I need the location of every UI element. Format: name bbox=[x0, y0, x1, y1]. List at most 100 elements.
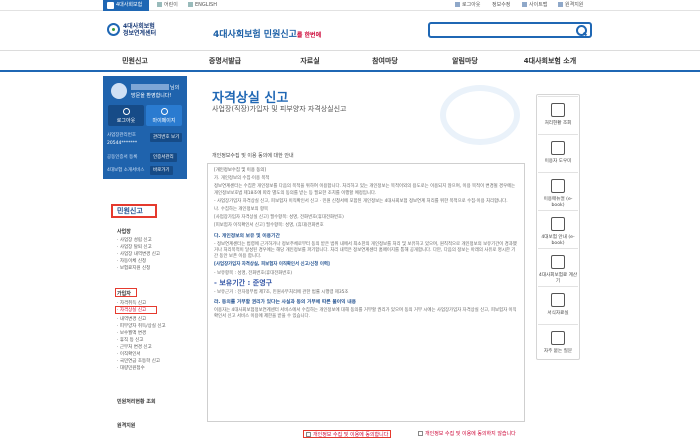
lock-icon bbox=[123, 108, 130, 115]
folder-icon bbox=[551, 293, 565, 307]
calculator-icon bbox=[551, 255, 565, 269]
book-icon bbox=[551, 179, 565, 193]
menu-item-dependent[interactable]: 피부양자 취득/상실 신고 bbox=[117, 323, 166, 329]
sidebar: 님의 방문을 환영합니다! 로그아웃 마이페이지 사업장관리번호 20544**… bbox=[103, 76, 187, 442]
user-name-masked bbox=[131, 84, 169, 90]
menu-item-change[interactable]: 내역변경 신고 bbox=[117, 316, 146, 322]
terms-paragraph: - 보유항목 : 성명, 전화번호(휴대전화번호) bbox=[214, 270, 293, 276]
checkbox-icon[interactable] bbox=[418, 431, 423, 436]
edit-info-link[interactable]: 정보수정 bbox=[492, 0, 510, 11]
menu-item-workplace-move[interactable]: 근무처 변경 신고 bbox=[117, 344, 152, 350]
logo-icon[interactable] bbox=[107, 23, 120, 36]
terms-paragraph: [개인정보수집 및 이용 동의] bbox=[214, 168, 267, 173]
top-bar: 4대사회보험 어린이 ENGLISH 로그아웃 정보수정 사이트맵 원격지원 bbox=[0, 0, 700, 11]
sitemap-link[interactable]: 사이트맵 bbox=[522, 0, 547, 11]
terms-paragraph: 이용자는 4대사회보험정보연계센터 서비스에서 수집하는 개인정보에 대해 동의… bbox=[214, 308, 517, 320]
quick-label: 4대보험 안내 (e-book) bbox=[541, 235, 575, 246]
menu-group-status[interactable]: 민원처리현황 조회 bbox=[117, 398, 156, 405]
menu-group-remote[interactable]: 원격지원 bbox=[117, 422, 135, 429]
quick-forms[interactable]: 서식자료실 bbox=[538, 286, 578, 326]
main-nav: 민원신고 증명서발급 자료실 참여마당 알림마당 4대사회보험 소개 bbox=[0, 50, 700, 72]
quick-status[interactable]: 처리현황 조회 bbox=[538, 96, 578, 136]
avatar bbox=[111, 83, 127, 99]
agree-checkbox[interactable]: 개인정보 수집 및 이용에 동의합니다 bbox=[303, 430, 392, 438]
menu-item-workplace-withdraw[interactable]: 사업장 탈퇴 신고 bbox=[117, 244, 152, 250]
terms-paragraph: [피보험자 이직확인서 신고] 필수항목: 성명, (휴대)전화번호 bbox=[214, 223, 324, 229]
slogan-banner: 4대사회보험 민원신고를 한번에 bbox=[213, 30, 322, 40]
terms-paragraph: [사업장가입자 자격상실 신고] 필수항목: 성명, 전화번호(휴대전화번호) bbox=[214, 215, 344, 221]
menu-item-pension[interactable]: 국민연금 초등학 신고 bbox=[117, 358, 160, 364]
checkbox-icon[interactable] bbox=[306, 432, 311, 437]
logout-link[interactable]: 로그아웃 bbox=[455, 0, 480, 11]
terms-paragraph: 라. 동의를 거부할 권리가 있다는 사실과 동의 거부에 따른 불이익 내용 bbox=[214, 300, 357, 306]
terms-paragraph: - 정보연계센터는 법령에 근거하거나 정보주체로부터 동의 받은 범위 내에서… bbox=[214, 241, 517, 260]
quick-label: 처리현황 조회 bbox=[544, 121, 572, 126]
nav-item-civil-report[interactable]: 민원신고 bbox=[105, 51, 165, 71]
quick-calculator[interactable]: 4대사회보험료 계산기 bbox=[538, 248, 578, 288]
menu-item-loss[interactable]: 자격상실 신고 bbox=[117, 307, 146, 313]
quick-manual[interactable]: 이용매뉴얼 (e-book) bbox=[538, 172, 578, 212]
nav-item-participation[interactable]: 참여마당 bbox=[360, 51, 410, 71]
terms-paragraph: - 보유기간 : 준영구 bbox=[214, 278, 273, 287]
quick-help[interactable]: 이용자 도우미 bbox=[538, 134, 578, 174]
menu-item-salary[interactable]: 보수월액 변경 bbox=[117, 330, 146, 336]
section-title: 민원신고 bbox=[111, 204, 157, 218]
english-link[interactable]: ENGLISH bbox=[188, 0, 217, 11]
menu-item-workplace-change[interactable]: 사업장 내역변경 신고 bbox=[117, 251, 160, 257]
help-icon bbox=[551, 141, 565, 155]
quick-menu: 처리현황 조회이용자 도우미이용매뉴얼 (e-book) 4대보험 안내 (e-b… bbox=[538, 96, 578, 442]
nav-item-notice[interactable]: 알림마당 bbox=[440, 51, 490, 71]
menu-item-bulk[interactable]: 대량민원접수 bbox=[117, 365, 145, 371]
globe-icon bbox=[188, 2, 193, 7]
decor-circle bbox=[440, 85, 520, 145]
terms-paragraph: 가. 개인정보의 수집·이용 목적 bbox=[214, 176, 270, 182]
logout-button[interactable]: 로그아웃 bbox=[108, 105, 144, 126]
kids-icon bbox=[157, 2, 162, 7]
terms-paragraph: 정보연계센터는 수집한 개인정보를 다음의 목적을 위하여 이용합니다. 처리하… bbox=[214, 184, 516, 196]
sitemap-icon bbox=[522, 2, 527, 7]
home-icon bbox=[107, 2, 114, 9]
welcome-text: 방문을 환영합니다! bbox=[131, 93, 172, 99]
quick-label: 이용자 도우미 bbox=[544, 159, 572, 164]
terms-paragraph: [사업장가입자 자격상실, 피보험자 이직확인서 신고/신청 이력] bbox=[214, 262, 330, 268]
nav-item-about[interactable]: 4대사회보험 소개 bbox=[505, 51, 595, 71]
terms-paragraph: 다. 개인정보의 보유 및 이용기간 bbox=[214, 233, 280, 239]
terms-paragraph: - 보유근거 : 전자정부법 제7조, 민원사무처리에 관한 법률 시행령 제3… bbox=[214, 289, 349, 295]
disagree-checkbox[interactable]: 개인정보 수집 및 이용에 동의하지 않습니다 bbox=[418, 430, 516, 438]
login-panel: 님의 방문을 환영합니다! 로그아웃 마이페이지 사업장관리번호 20544**… bbox=[103, 76, 187, 179]
menu-group-workplace[interactable]: 사업장 bbox=[117, 228, 131, 235]
user-icon bbox=[161, 108, 168, 115]
ebook-icon bbox=[551, 217, 565, 231]
quick-label: 자주 묻는 질문 bbox=[543, 349, 573, 354]
intro-service-row: 4대보험 소개서비스 bbox=[107, 168, 145, 173]
menu-group-subscriber[interactable]: 가입자 bbox=[117, 290, 131, 297]
view-biz-number-button[interactable]: 관리번호 보기 bbox=[150, 133, 183, 142]
menu-item-separation[interactable]: 이직확인서 bbox=[117, 351, 141, 357]
nav-item-archive[interactable]: 자료실 bbox=[285, 51, 335, 71]
mypage-button[interactable]: 마이페이지 bbox=[146, 105, 182, 126]
terms-paragraph: - 사업장가입자 자격상실 신고, 피보험자 이직확인서 신고 · 민원 신청서… bbox=[214, 198, 508, 204]
site-logo[interactable]: 4대사회보험 정보연계센터 bbox=[123, 23, 156, 37]
menu-item-workplace-establish[interactable]: 사업장 성립 신고 bbox=[117, 237, 152, 243]
question-icon bbox=[551, 331, 565, 345]
menu-item-premium-support[interactable]: 보험료지원 신청 bbox=[117, 265, 150, 271]
list-icon bbox=[551, 103, 565, 117]
terms-box[interactable]: [개인정보수집 및 이용 동의] 가. 개인정보의 수집·이용 목적정보연계센터는… bbox=[207, 163, 525, 422]
menu-item-auto-transfer[interactable]: 자동이체 신청 bbox=[117, 258, 146, 264]
menu-item-leave[interactable]: 휴직 등 신고 bbox=[117, 337, 144, 343]
quick-guide[interactable]: 4대보험 안내 (e-book) bbox=[538, 210, 578, 250]
certificate-manage-button[interactable]: 인증서관리 bbox=[150, 153, 177, 162]
user-suffix: 님의 bbox=[170, 85, 180, 91]
quick-faq[interactable]: 자주 묻는 질문 bbox=[538, 324, 578, 364]
remote-support-link[interactable]: 원격지원 bbox=[558, 0, 583, 11]
quick-label: 4대사회보험료 계산기 bbox=[538, 273, 578, 284]
kids-link[interactable]: 어린이 bbox=[157, 0, 178, 11]
terms-paragraph: 나. 수집하는 개인정보의 항목 bbox=[214, 207, 269, 213]
home-link[interactable]: 4대사회보험 bbox=[103, 0, 149, 11]
intro-service-button[interactable]: 바로가기 bbox=[150, 166, 173, 175]
search-icon[interactable] bbox=[572, 24, 590, 36]
page-subtitle: 사업장(직장)가입자 및 피부양자 자격상실신고 bbox=[212, 105, 347, 113]
nav-item-certificate[interactable]: 증명서발급 bbox=[195, 51, 255, 71]
search-input[interactable] bbox=[428, 22, 592, 38]
remote-icon bbox=[558, 2, 563, 7]
